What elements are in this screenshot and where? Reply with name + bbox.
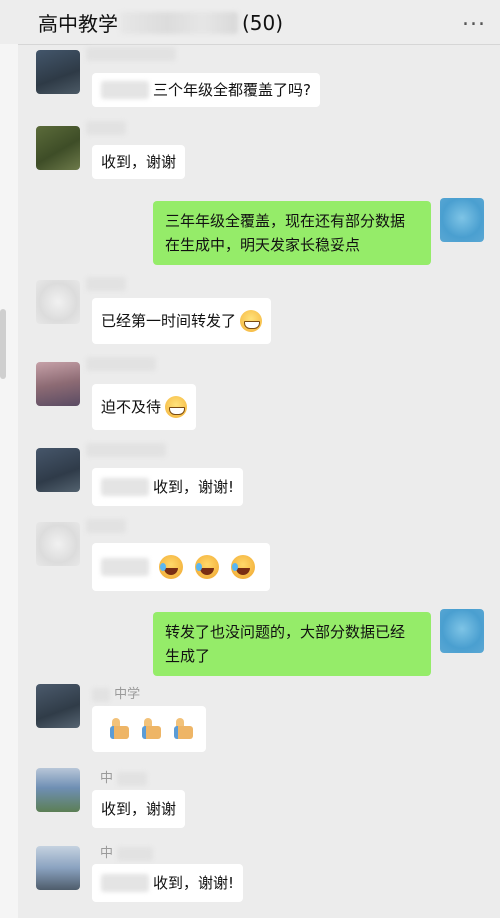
- avatar[interactable]: [36, 50, 80, 94]
- chat-title[interactable]: 高中教学 (50): [38, 8, 283, 37]
- member-count: (50): [242, 10, 284, 35]
- message-text: 三个年级全都覆盖了吗?: [153, 81, 311, 99]
- sender-name-text: 中: [100, 771, 114, 786]
- message-text: 三年年级全覆盖，现在还有部分数据在生成中，明天发家长稳妥点: [165, 212, 406, 254]
- message-bubble[interactable]: [92, 706, 206, 752]
- message-bubble-outgoing[interactable]: 转发了也没问题的，大部分数据已经生成了: [153, 612, 431, 676]
- sender-name-redacted: [86, 442, 166, 457]
- sender-name: 中学: [92, 683, 140, 702]
- sender-name-redacted: [86, 46, 176, 61]
- sender-name-redacted: [86, 518, 126, 533]
- sender-name-redacted: [86, 120, 126, 135]
- message-text: 收到，谢谢: [101, 153, 177, 171]
- message-bubble[interactable]: [92, 543, 270, 591]
- redacted-text: [101, 558, 149, 576]
- avatar[interactable]: [36, 684, 80, 728]
- avatar[interactable]: [36, 522, 80, 566]
- laughing-tears-emoji-icon: [159, 555, 183, 579]
- sender-name-text: 中学: [114, 687, 141, 702]
- avatar-self[interactable]: [440, 609, 484, 653]
- sender-name-redacted: [86, 276, 126, 291]
- laughing-tears-emoji-icon: [195, 555, 219, 579]
- thumbs-up-emoji-icon: [169, 717, 193, 741]
- left-pane-edge: [0, 44, 18, 918]
- message-bubble[interactable]: 收到，谢谢: [92, 790, 186, 828]
- message-bubble[interactable]: 收到，谢谢!: [92, 864, 244, 902]
- scroll-handle[interactable]: [0, 309, 6, 379]
- redacted-text: [101, 874, 149, 892]
- sender-name-text: 中: [100, 846, 114, 861]
- message-bubble[interactable]: 三个年级全都覆盖了吗?: [92, 73, 320, 107]
- message-text: 转发了也没问题的，大部分数据已经生成了: [165, 623, 406, 665]
- redacted-text: [101, 81, 149, 99]
- group-name: 高中教学: [38, 12, 118, 36]
- thumbs-up-emoji-icon: [137, 717, 161, 741]
- message-bubble[interactable]: 已经第一时间转发了: [92, 298, 272, 344]
- avatar-self[interactable]: [440, 198, 484, 242]
- message-bubble[interactable]: 收到，谢谢: [92, 145, 186, 179]
- sender-name: 中: [100, 767, 148, 786]
- grin-emoji-icon: [165, 396, 188, 418]
- sender-name-redacted: [86, 356, 156, 371]
- avatar[interactable]: [36, 448, 80, 492]
- thumbs-up-emoji-icon: [105, 717, 129, 741]
- message-text: 收到，谢谢!: [153, 478, 235, 496]
- message-bubble[interactable]: 迫不及待: [92, 384, 197, 430]
- message-bubble-outgoing[interactable]: 三年年级全覆盖，现在还有部分数据在生成中，明天发家长稳妥点: [153, 201, 431, 265]
- sender-name: 中: [100, 842, 154, 861]
- laughing-tears-emoji-icon: [231, 555, 255, 579]
- redacted-text: [101, 478, 149, 496]
- grin-emoji-icon: [240, 310, 263, 332]
- message-text: 已经第一时间转发了: [101, 312, 237, 330]
- message-text: 迫不及待: [101, 398, 162, 416]
- more-options-icon[interactable]: ...: [462, 6, 486, 31]
- message-text: 收到，谢谢!: [153, 874, 235, 892]
- avatar[interactable]: [36, 126, 80, 170]
- group-name-redacted: [120, 11, 238, 34]
- avatar[interactable]: [36, 362, 80, 406]
- avatar[interactable]: [36, 768, 80, 812]
- avatar[interactable]: [36, 280, 80, 324]
- chat-header: 高中教学 (50) ...: [0, 0, 500, 45]
- message-bubble[interactable]: 收到，谢谢!: [92, 468, 244, 506]
- message-text: 收到，谢谢: [101, 800, 177, 818]
- avatar[interactable]: [36, 846, 80, 890]
